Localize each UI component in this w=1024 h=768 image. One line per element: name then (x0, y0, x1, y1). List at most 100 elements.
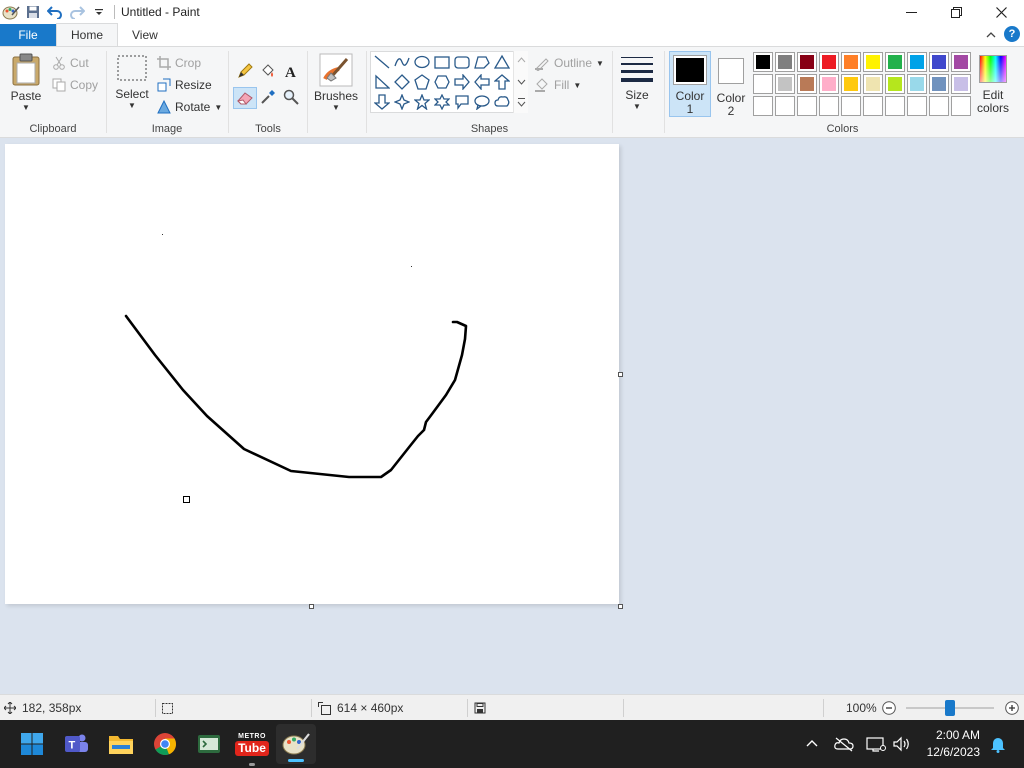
chevron-up-icon[interactable] (797, 728, 827, 760)
palette-swatch[interactable] (841, 74, 861, 94)
terminal-app-icon[interactable] (193, 728, 225, 760)
notification-bell-icon[interactable] (986, 728, 1010, 760)
volume-icon[interactable] (887, 728, 917, 760)
cloud-callout-shape-icon[interactable] (492, 92, 512, 112)
color-picker-tool[interactable] (258, 87, 278, 107)
five-point-star-shape-icon[interactable] (412, 92, 432, 112)
eraser-tool[interactable] (233, 87, 257, 109)
palette-swatch[interactable] (819, 74, 839, 94)
canvas-resize-handle-bottom[interactable] (309, 604, 314, 609)
four-point-star-shape-icon[interactable] (392, 92, 412, 112)
zoom-in-button[interactable] (1005, 695, 1019, 721)
palette-swatch[interactable] (863, 52, 883, 72)
palette-swatch[interactable] (819, 96, 839, 116)
right-triangle-shape-icon[interactable] (372, 72, 392, 92)
curve-shape-icon[interactable] (392, 52, 412, 72)
palette-swatch[interactable] (775, 74, 795, 94)
resize-button[interactable]: Resize (157, 75, 212, 95)
pentagon-shape-icon[interactable] (412, 72, 432, 92)
metro-tube-app-icon[interactable]: METRO Tube (235, 728, 269, 766)
tab-home[interactable]: Home (56, 23, 119, 46)
outline-button[interactable]: Outline ▼ (534, 53, 604, 73)
palette-swatch[interactable] (929, 74, 949, 94)
size-button[interactable]: Size ▼ (619, 55, 655, 111)
drawing-canvas[interactable] (5, 144, 619, 604)
palette-swatch[interactable] (753, 52, 773, 72)
up-arrow-shape-icon[interactable] (492, 72, 512, 92)
palette-swatch[interactable] (775, 96, 795, 116)
palette-swatch[interactable] (819, 52, 839, 72)
palette-swatch[interactable] (775, 52, 795, 72)
six-point-star-shape-icon[interactable] (432, 92, 452, 112)
rectangle-shape-icon[interactable] (432, 52, 452, 72)
save-icon[interactable] (22, 1, 44, 23)
select-button[interactable]: Select ▼ (115, 55, 149, 110)
tab-view[interactable]: View (118, 24, 172, 46)
line-shape-icon[interactable] (372, 52, 392, 72)
chrome-icon[interactable] (149, 728, 181, 760)
hexagon-shape-icon[interactable] (432, 72, 452, 92)
palette-swatch[interactable] (885, 52, 905, 72)
palette-swatch[interactable] (929, 96, 949, 116)
teams-icon[interactable]: T (60, 728, 92, 760)
close-button[interactable] (979, 0, 1024, 24)
onedrive-icon[interactable] (829, 728, 859, 760)
paste-button[interactable]: Paste ▼ (8, 53, 44, 112)
canvas-resize-handle-right[interactable] (618, 372, 623, 377)
zoom-out-button[interactable] (882, 695, 896, 721)
file-explorer-icon[interactable] (105, 728, 137, 760)
palette-swatch[interactable] (797, 96, 817, 116)
zoom-slider-thumb[interactable] (945, 700, 955, 716)
magnifier-tool[interactable] (281, 87, 301, 107)
palette-swatch[interactable] (951, 52, 971, 72)
triangle-shape-icon[interactable] (492, 52, 512, 72)
help-button[interactable]: ? (1004, 26, 1020, 42)
palette-swatch[interactable] (885, 74, 905, 94)
palette-swatch[interactable] (841, 96, 861, 116)
palette-swatch[interactable] (753, 96, 773, 116)
paint-taskbar-icon[interactable] (276, 724, 316, 764)
redo-icon[interactable] (66, 1, 88, 23)
palette-swatch[interactable] (885, 96, 905, 116)
canvas-resize-handle-corner[interactable] (618, 604, 623, 609)
windows-start-icon[interactable] (16, 728, 48, 760)
left-arrow-shape-icon[interactable] (472, 72, 492, 92)
minimize-button[interactable] (889, 0, 934, 24)
crop-button[interactable]: Crop (157, 53, 201, 73)
palette-swatch[interactable] (951, 74, 971, 94)
polygon-shape-icon[interactable] (472, 52, 492, 72)
palette-swatch[interactable] (797, 52, 817, 72)
palette-swatch[interactable] (863, 74, 883, 94)
palette-swatch[interactable] (951, 96, 971, 116)
cut-button[interactable]: Cut (52, 53, 89, 73)
brushes-button[interactable]: Brushes ▼ (314, 53, 358, 112)
oval-callout-shape-icon[interactable] (472, 92, 492, 112)
shapes-scrollbar[interactable] (513, 51, 528, 113)
color1-button[interactable]: Color 1 (669, 51, 711, 117)
undo-icon[interactable] (44, 1, 66, 23)
copy-button[interactable]: Copy (52, 75, 98, 95)
rounded-rectangle-shape-icon[interactable] (452, 52, 472, 72)
text-tool[interactable]: A (281, 61, 301, 81)
chevron-up-icon[interactable] (984, 28, 998, 42)
palette-swatch[interactable] (797, 74, 817, 94)
palette-swatch[interactable] (929, 52, 949, 72)
fill-button[interactable]: Fill ▼ (534, 75, 581, 95)
fill-tool[interactable] (258, 61, 278, 81)
customize-qat-icon[interactable] (88, 1, 110, 23)
palette-swatch[interactable] (753, 74, 773, 94)
right-arrow-shape-icon[interactable] (452, 72, 472, 92)
color2-button[interactable]: Color 2 (714, 55, 748, 118)
pencil-tool[interactable] (235, 61, 255, 81)
paint-app-icon[interactable] (0, 1, 22, 23)
oval-shape-icon[interactable] (412, 52, 432, 72)
edit-colors-button[interactable]: Edit colors (975, 55, 1011, 115)
tab-file[interactable]: File (0, 24, 56, 46)
down-arrow-shape-icon[interactable] (372, 92, 392, 112)
clock[interactable]: 2:00 AM 12/6/2023 (927, 727, 980, 761)
rotate-button[interactable]: Rotate ▼ (157, 97, 222, 117)
palette-swatch[interactable] (907, 74, 927, 94)
palette-swatch[interactable] (863, 96, 883, 116)
rounded-callout-shape-icon[interactable] (452, 92, 472, 112)
palette-swatch[interactable] (907, 96, 927, 116)
